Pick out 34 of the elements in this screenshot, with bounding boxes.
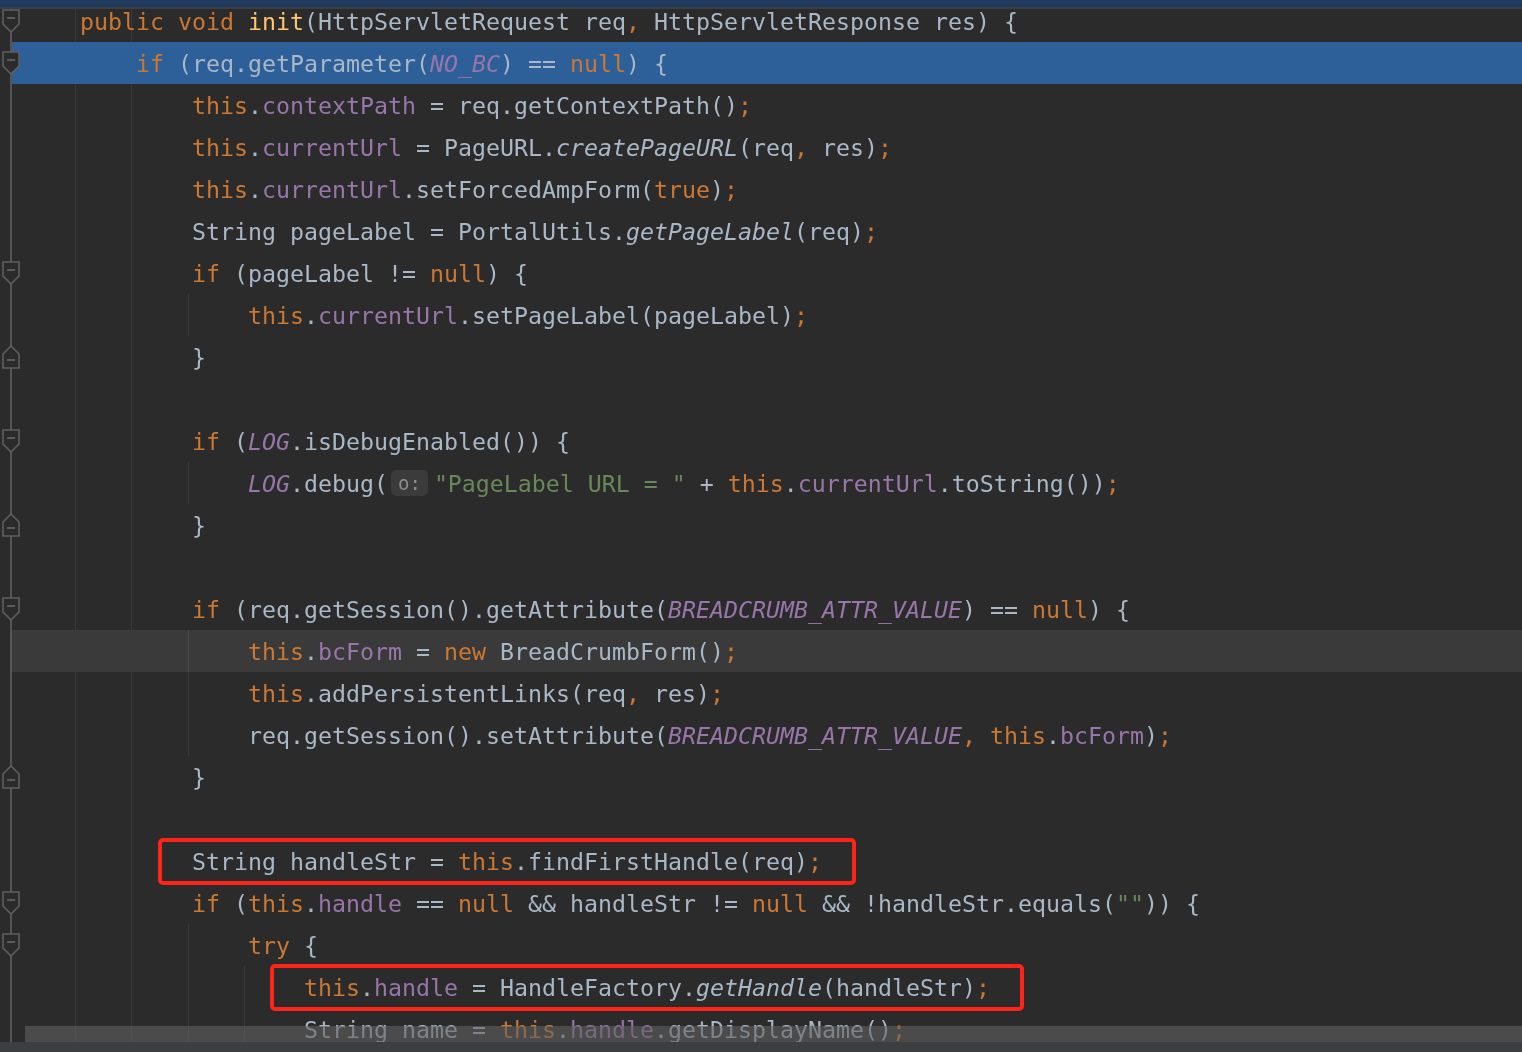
code-text: String name = this.handle.getDisplayName(); xyxy=(304,1015,906,1043)
fold-icon[interactable] xyxy=(2,9,20,33)
code-text: req.getSession().setAttribute(BREADCRUMB_ATTR_VALUE, this.bcForm); xyxy=(248,721,1172,749)
code-text: this.currentUrl.setPageLabel(pageLabel); xyxy=(248,301,808,329)
fold-end-icon[interactable] xyxy=(2,513,20,537)
code-text: LOG.debug( xyxy=(248,469,388,497)
code-text: try { xyxy=(248,931,318,959)
code-text: String handleStr = this.findFirstHandle(req); xyxy=(192,847,822,875)
fold-icon[interactable] xyxy=(2,933,20,957)
code-text: this.currentUrl.setForcedAmpForm(true); xyxy=(192,175,738,203)
code-text: this.currentUrl = PageURL.createPageURL(req, res); xyxy=(192,133,892,161)
code-text: } xyxy=(192,343,206,371)
code-text: public void init(HttpServletRequest req, HttpServletResponse res) { xyxy=(80,7,1018,35)
fold-icon[interactable] xyxy=(2,51,20,75)
fold-end-icon[interactable] xyxy=(2,345,20,369)
code-text: this.bcForm = new BreadCrumbForm(); xyxy=(248,637,738,665)
code-text: } xyxy=(192,763,206,791)
fold-icon[interactable] xyxy=(2,429,20,453)
fold-icon[interactable] xyxy=(2,891,20,915)
code-text: "PageLabel URL = " + this.currentUrl.toString()); xyxy=(433,469,1120,497)
code-text: String pageLabel = PortalUtils.getPageLabel(req); xyxy=(192,217,878,245)
parameter-hint: o: xyxy=(391,470,428,496)
code-text: } xyxy=(192,511,206,539)
fold-icon[interactable] xyxy=(2,597,20,621)
code-text: this.handle = HandleFactory.getHandle(handleStr); xyxy=(304,973,990,1001)
code-text: if (pageLabel != null) { xyxy=(192,259,528,287)
code-text: if (req.getParameter(NO_BC) == null) { xyxy=(136,49,668,77)
code-text: if (LOG.isDebugEnabled()) { xyxy=(192,427,570,455)
code-text: this.addPersistentLinks(req, res); xyxy=(248,679,724,707)
code-text: if (req.getSession().getAttribute(BREADCRUMB_ATTR_VALUE) == null) { xyxy=(192,595,1130,623)
code-text: if (this.handle == null && handleStr != null && !handleStr.equals("")) { xyxy=(192,889,1200,917)
fold-end-icon[interactable] xyxy=(2,765,20,789)
fold-icon[interactable] xyxy=(2,261,20,285)
code-text: this.contextPath = req.getContextPath(); xyxy=(192,91,752,119)
